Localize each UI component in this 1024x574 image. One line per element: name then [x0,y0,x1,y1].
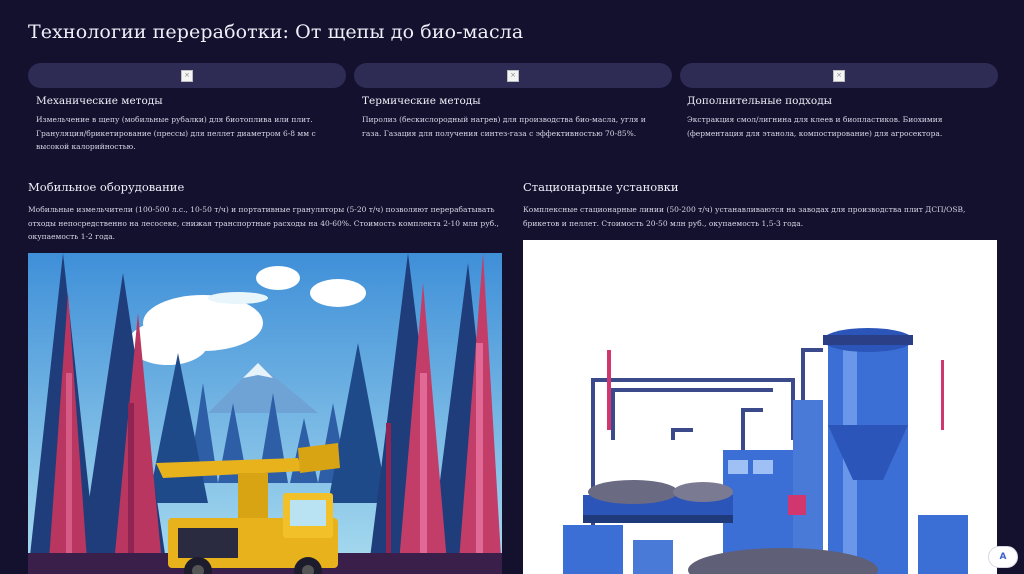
page-title: Технологии переработки: От щепы до био-м… [28,21,524,43]
card-text: Измельчение в щепу (мобильные рубалки) д… [36,115,316,151]
card-mechanical: Механические методы Измельчение в щепу (… [36,95,341,154]
card-thermal: Термические методы Пиролиз (бескислородн… [362,95,667,140]
card-text: Экстракция смол/лигнина для клеев и биоп… [687,115,943,138]
stationary-plant-image [523,240,997,574]
corner-action-button[interactable]: A [988,546,1018,568]
card-image-thermal: × [354,63,672,88]
section-mobile: Мобильное оборудование Мобильные измельч… [28,180,503,244]
card-image-mechanical: × [28,63,346,88]
section-heading: Стационарные установки [523,180,679,194]
card-additional: Дополнительные подходы Экстракция смол/л… [687,95,992,140]
broken-image-icon: × [507,69,519,82]
card-heading: Механические методы [36,95,163,107]
card-text: Пиролиз (бескислородный нагрев) для прои… [362,115,646,138]
forest-chipper-image [28,253,502,574]
section-text: Комплексные стационарные линии (50-200 т… [523,205,966,228]
broken-image-icon: × [833,69,845,82]
section-stationary: Стационарные установки Комплексные стаци… [523,180,998,230]
section-heading: Мобильное оборудование [28,180,185,194]
stationary-plant-illustration [523,240,997,574]
card-heading: Дополнительные подходы [687,95,833,107]
broken-image-icon: × [181,69,193,82]
card-image-additional: × [680,63,998,88]
card-heading: Термические методы [362,95,481,107]
section-text: Мобильные измельчители (100-500 л.с., 10… [28,205,499,241]
forest-chipper-illustration [28,253,502,574]
